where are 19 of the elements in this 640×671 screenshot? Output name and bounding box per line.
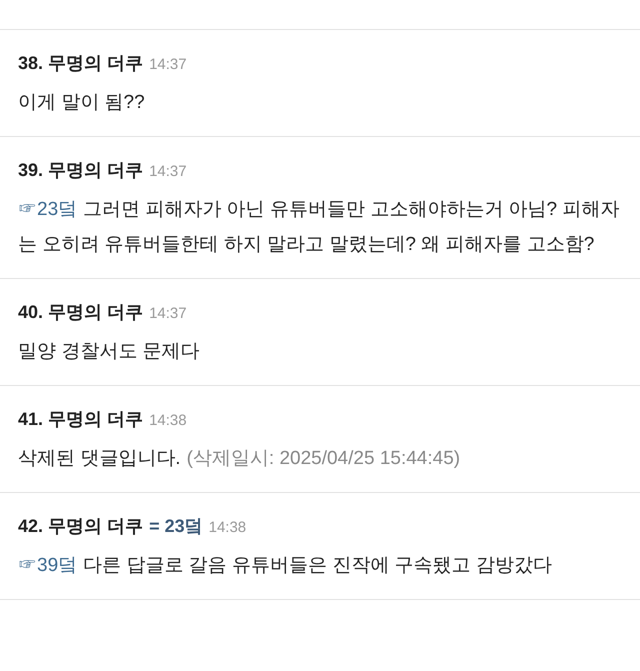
comment-text: 삭제된 댓글입니다. (삭제일시: 2025/04/25 15:44:45) — [18, 447, 462, 471]
comment-text: ☞23덬 그러면 피해자가 아닌 유튜버들만 고소해야하는거 아님? 피해자는 오히려 유튜버들한테 하지 말라고 말렸는데? 왜 피해자를 고소함? — [18, 198, 620, 257]
comment-time: 14:37 — [149, 304, 187, 324]
comment-time: 14:37 — [149, 55, 187, 75]
comment-author: 39. 무명의 더쿠 — [18, 159, 144, 182]
comment-author: 40. 무명의 더쿠 — [18, 301, 144, 324]
deleted-date: (삭제일시: 2025/04/25 15:44:45) — [186, 448, 460, 469]
reply-link[interactable]: ☞39덬 — [18, 555, 78, 576]
comment-author: 42. 무명의 더쿠 — [18, 515, 144, 538]
comment-author: 38. 무명의 더쿠 — [18, 52, 144, 75]
reply-target[interactable]: = 23덬 — [149, 513, 203, 540]
comment-time: 14:38 — [149, 411, 187, 431]
comment-time: 14:37 — [149, 162, 187, 182]
comment-text: 이게 말이 됨?? — [18, 91, 146, 115]
comment-text: 밀양 경찰서도 문제다 — [18, 340, 201, 364]
comment-author: 41. 무명의 더쿠 — [18, 408, 144, 431]
comment-time: 14:38 — [208, 518, 246, 538]
comment-text: ☞39덬 다른 답글로 갈음 유튜버들은 진작에 구속됐고 감방갔다 — [18, 554, 553, 578]
reply-link[interactable]: ☞23덬 — [18, 199, 78, 220]
